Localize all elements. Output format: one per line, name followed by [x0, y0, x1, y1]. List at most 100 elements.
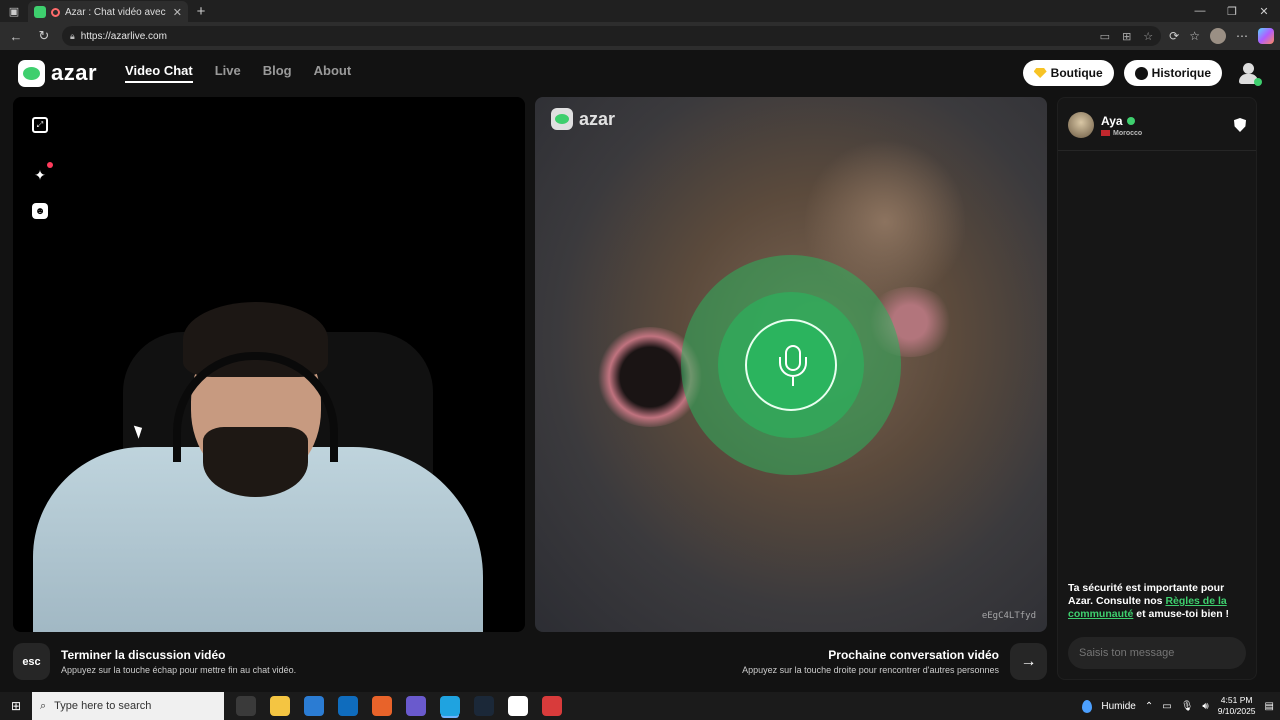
site-header: azar Video Chat Live Blog About Boutique…	[0, 50, 1280, 96]
safety-notice: Ta sécurité est importante pour Azar. Co…	[1068, 582, 1248, 621]
nav-live[interactable]: Live	[215, 63, 241, 83]
historique-button[interactable]: Historique	[1123, 60, 1222, 86]
azar-logo-icon	[551, 108, 573, 130]
taskbar-search[interactable]: ⌕ Type here to search	[32, 692, 224, 720]
verified-badge-icon	[1126, 116, 1135, 125]
close-window-button[interactable]: ✕	[1248, 5, 1280, 18]
chat-panel: Aya Morocco Ta sécurité est importante p…	[1057, 97, 1257, 680]
peer-avatar[interactable]	[1068, 112, 1094, 138]
copilot-icon[interactable]	[1258, 28, 1274, 44]
report-shield-icon[interactable]	[1234, 118, 1246, 132]
steam-icon[interactable]	[474, 696, 494, 716]
header-actions: Boutique Historique	[1022, 60, 1262, 86]
end-chat-subtitle: Appuyez sur la touche échap pour mettre …	[61, 665, 297, 675]
self-video-panel: ⤢ ✦ ☻	[13, 97, 525, 632]
notification-dot	[47, 162, 53, 168]
nav-video-chat[interactable]: Video Chat	[125, 63, 193, 83]
gem-icon	[1033, 68, 1047, 78]
volume-icon[interactable]: 🔊︎	[1202, 701, 1208, 712]
url-field[interactable]: 🔒︎ https://azarlive.com ▭ ⊞ ☆	[62, 26, 1162, 46]
expand-icon[interactable]: ⤢	[32, 117, 48, 133]
mic-tray-icon[interactable]: 🎙︎	[1181, 701, 1194, 712]
new-tab-button[interactable]: +	[188, 3, 214, 20]
morocco-flag-icon	[1101, 130, 1110, 136]
user-profile-icon[interactable]	[1236, 60, 1262, 86]
file-explorer-icon[interactable]	[270, 696, 290, 716]
favorite-star-icon[interactable]: ☆	[1143, 30, 1153, 43]
minimize-button[interactable]: —	[1184, 5, 1216, 18]
windows-taskbar: ⊞ ⌕ Type here to search Humide ⌃ ▭ 🎙︎ 🔊︎…	[0, 692, 1280, 720]
maximize-button[interactable]: ❐	[1216, 5, 1248, 18]
system-tray: Humide ⌃ ▭ 🎙︎ 🔊︎ 4:51 PM 9/10/2025 ▤	[1082, 695, 1280, 717]
notifications-icon[interactable]: ▤	[1265, 701, 1274, 712]
close-tab-icon[interactable]: ✕	[173, 6, 182, 19]
end-chat-esc-button[interactable]: esc	[13, 643, 50, 680]
app-orange-icon[interactable]	[372, 696, 392, 716]
azar-logo-icon	[18, 59, 45, 87]
weather-icon	[1082, 699, 1093, 713]
call-controls: esc Terminer la discussion vidéo Appuyez…	[13, 642, 1047, 682]
apps-icon[interactable]: ⊞	[1122, 30, 1131, 43]
self-camera-feed	[13, 302, 525, 632]
next-chat-button[interactable]: →	[1010, 643, 1047, 680]
microphone-button[interactable]	[745, 319, 837, 411]
weather-text[interactable]: Humide	[1101, 701, 1135, 712]
task-view-icon[interactable]	[236, 696, 256, 716]
end-chat-title: Terminer la discussion vidéo	[61, 648, 226, 662]
network-icon[interactable]: ▭	[1162, 701, 1171, 712]
azar-watermark: azar	[551, 108, 615, 130]
clock-icon	[1134, 66, 1148, 80]
sparkle-effects-icon[interactable]: ✦	[32, 162, 53, 183]
browser-extensions: ⟳ ☆ ⋯	[1169, 28, 1274, 44]
video-icon[interactable]: ▭	[1100, 30, 1110, 43]
taskbar-search-placeholder: Type here to search	[54, 700, 152, 712]
app-white-icon[interactable]	[508, 696, 528, 716]
next-chat-subtitle: Appuyez sur la touche droite pour rencon…	[742, 665, 999, 675]
face-filter-icon[interactable]: ☻	[32, 203, 48, 219]
safety-text-end: et amuse-toi bien !	[1133, 608, 1230, 620]
azar-logo[interactable]: azar	[18, 59, 98, 87]
boutique-label: Boutique	[1050, 66, 1103, 80]
peer-info: Aya Morocco	[1058, 98, 1256, 151]
tab-actions-icon[interactable]: ▣	[0, 0, 28, 22]
lock-icon: 🔒︎	[70, 30, 75, 41]
azar-favicon-icon	[34, 6, 46, 18]
tab-title: Azar : Chat vidéo avec de no	[65, 6, 168, 18]
azar-site: azar Video Chat Live Blog About Boutique…	[0, 50, 1280, 692]
extensions-icon[interactable]: ⟳	[1169, 29, 1179, 43]
edge-browser-icon[interactable]	[440, 696, 460, 716]
main-nav: Video Chat Live Blog About	[125, 63, 351, 83]
more-menu-icon[interactable]: ⋯	[1236, 29, 1248, 43]
profile-avatar-icon[interactable]	[1210, 28, 1226, 44]
next-chat-title: Prochaine conversation vidéo	[828, 648, 999, 662]
boutique-button[interactable]: Boutique	[1022, 60, 1114, 86]
next-chat-hint: Prochaine conversation vidéo Appuyez sur…	[742, 648, 999, 675]
logo-text: azar	[51, 60, 98, 85]
historique-label: Historique	[1151, 66, 1211, 80]
app-red-icon[interactable]	[542, 696, 562, 716]
collections-icon[interactable]: ☆	[1189, 29, 1200, 43]
app-purple-icon[interactable]	[406, 696, 426, 716]
address-bar-row: ← ↻ 🔒︎ https://azarlive.com ▭ ⊞ ☆ ⟳ ☆ ⋯	[0, 22, 1280, 50]
browser-tab-bar: ▣ Azar : Chat vidéo avec de no ✕ + — ❐ ✕	[0, 0, 1280, 23]
browser-tab[interactable]: Azar : Chat vidéo avec de no ✕	[28, 1, 188, 23]
message-input[interactable]	[1068, 637, 1246, 669]
nav-blog[interactable]: Blog	[263, 63, 292, 83]
date-text: 9/10/2025	[1217, 706, 1256, 716]
taskbar-apps	[236, 696, 562, 716]
peer-country: Morocco	[1113, 129, 1143, 137]
windows-start-icon[interactable]: ⊞	[0, 699, 32, 713]
clock[interactable]: 4:51 PM 9/10/2025	[1218, 695, 1256, 717]
search-icon: ⌕	[40, 699, 47, 712]
partner-video-panel: azar eEgC4LTfyd	[535, 97, 1047, 632]
store-icon[interactable]	[304, 696, 324, 716]
back-icon[interactable]: ←	[6, 29, 26, 44]
window-controls: — ❐ ✕	[1184, 5, 1280, 18]
outlook-icon[interactable]	[338, 696, 358, 716]
refresh-icon[interactable]: ↻	[34, 28, 54, 44]
watermark-text: azar	[579, 108, 616, 129]
tray-overflow-icon[interactable]: ⌃	[1145, 701, 1153, 712]
time-text: 4:51 PM	[1220, 695, 1253, 705]
nav-about[interactable]: About	[314, 63, 352, 83]
end-chat-hint: Terminer la discussion vidéo Appuyez sur…	[61, 648, 296, 675]
